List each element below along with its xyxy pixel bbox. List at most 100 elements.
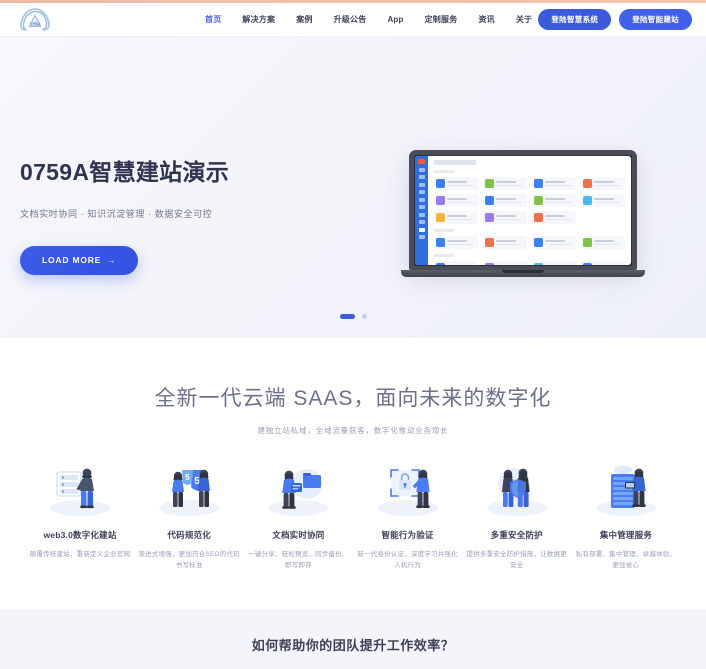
dashboard-main xyxy=(428,156,631,265)
nav-item-home[interactable]: 首页 xyxy=(205,14,221,25)
laptop-screen xyxy=(409,150,637,270)
cta-section: 如何帮助你的团队提升工作效率？ xyxy=(0,608,706,669)
arrow-right-icon: → xyxy=(107,255,117,266)
dashboard-logo-icon xyxy=(418,159,425,164)
nav-item-app[interactable]: App xyxy=(387,15,403,24)
app-icon xyxy=(583,263,592,265)
app-icon xyxy=(436,179,445,188)
hero-content: 0759A智慧建站演示 文档实时协同 · 知识沉淀管理 · 数据安全可控 LOA… xyxy=(20,159,350,275)
app-icon xyxy=(485,238,494,247)
dashboard-nav-icon xyxy=(418,205,425,209)
app-text xyxy=(447,181,476,186)
load-more-button[interactable]: LOAD MORE → xyxy=(20,245,139,275)
dashboard-nav-icon xyxy=(418,167,425,172)
nav-item-custom-service[interactable]: 定制服务 xyxy=(425,14,458,25)
dashboard-app-grid xyxy=(434,261,625,265)
dashboard-nav-icon xyxy=(418,182,425,187)
app-text xyxy=(447,215,476,220)
app-icon xyxy=(436,213,445,222)
brand-logo[interactable]: 0759A xyxy=(16,6,54,34)
app-icon xyxy=(583,196,592,205)
login-site-builder-button[interactable]: 登陆智能建站 xyxy=(619,9,692,30)
feature-card[interactable]: 文档实时协同 一键分享、轻松预览、同步备份、即写即存 xyxy=(246,460,350,572)
feature-card-title: 智能行为验证 xyxy=(381,530,434,540)
feature-card-desc: 提供多重安全防护措施，让数据更安全 xyxy=(466,551,567,570)
app-text xyxy=(545,240,574,245)
dashboard-preview xyxy=(415,156,631,265)
dashboard-app-grid xyxy=(434,177,625,224)
dashboard-app-card xyxy=(483,194,527,207)
feature-card[interactable]: 智能行为验证 新一代身份认证，深度学习并强化人机行为 xyxy=(356,460,460,572)
feature-card-desc: 颠覆传统建站，重新定义企业官网 xyxy=(29,551,131,558)
app-text xyxy=(594,198,623,203)
app-text xyxy=(545,181,574,186)
feature-card-title: 文档实时协同 xyxy=(272,530,325,540)
feature-card[interactable]: web3.0数字化建站 颠覆传统建站，重新定义企业官网 xyxy=(28,460,132,572)
dashboard-nav-icon-selected xyxy=(418,227,425,232)
app-text xyxy=(545,215,574,220)
app-icon xyxy=(436,196,445,205)
laptop-mockup xyxy=(401,150,645,277)
dashboard-app-card xyxy=(581,236,625,249)
logo-a-icon: 0759A xyxy=(20,8,50,31)
app-icon xyxy=(583,238,592,247)
app-text xyxy=(496,240,525,245)
dashboard-nav-icon xyxy=(418,212,425,217)
feature-card-title: web3.0数字化建站 xyxy=(43,530,117,540)
dashboard-group-label xyxy=(434,254,454,257)
nav-item-about[interactable]: 关于 xyxy=(516,14,532,25)
laptop-notch xyxy=(502,270,544,273)
dashboard-app-card xyxy=(483,261,527,265)
feature-card-title: 集中管理服务 xyxy=(599,530,653,540)
dashboard-nav-icon xyxy=(418,197,425,202)
app-text xyxy=(594,240,623,245)
feature-card[interactable]: 集中管理服务 私有部署、集中管理、卓越体验、更加省心 xyxy=(574,460,678,572)
app-text xyxy=(496,181,525,186)
person-with-folder-illustration-icon xyxy=(246,460,350,518)
login-smart-system-button[interactable]: 登陆智慧系统 xyxy=(538,9,612,30)
app-icon xyxy=(534,238,543,247)
person-with-server-illustration-icon xyxy=(28,460,132,518)
feature-card-desc: 一键分享、轻松预览、同步备份、即写即存 xyxy=(248,551,349,570)
hero-subtitle: 文档实时协同 · 知识沉淀管理 · 数据安全可控 xyxy=(20,208,213,219)
nav-item-solutions[interactable]: 解决方案 xyxy=(242,14,275,25)
app-text xyxy=(447,198,476,203)
nav-actions: 登陆智慧系统 登陆智能建站 xyxy=(538,9,692,30)
carousel-dot-1[interactable] xyxy=(339,314,355,319)
two-people-html5-illustration-icon: 5 5 xyxy=(137,460,241,518)
dashboard-app-card xyxy=(434,236,478,249)
features-section: 全新一代云端 SAAS，面向未来的数字化 建独立站私域，全域流量获客，数字化推动… xyxy=(0,338,706,572)
app-icon xyxy=(485,196,494,205)
laptop-base xyxy=(401,270,645,277)
feature-card-title: 代码规范化 xyxy=(167,530,211,540)
app-icon xyxy=(436,238,445,247)
nav-item-cases[interactable]: 案例 xyxy=(296,14,312,25)
dashboard-group-label xyxy=(434,229,454,232)
feature-card[interactable]: 多重安全防护 提供多重安全防护措施，让数据更安全 xyxy=(465,460,569,572)
app-icon xyxy=(534,263,543,265)
cta-title: 如何帮助你的团队提升工作效率？ xyxy=(251,637,455,653)
feature-card-desc: 渐进式增强，更加符合SEO的代码书写标准 xyxy=(138,551,240,570)
dashboard-app-card xyxy=(532,261,576,265)
dashboard-app-card xyxy=(532,236,576,249)
feature-card[interactable]: 5 5 代码规范化 渐进式增强，更加符合SEO的代码书写标准 xyxy=(137,460,241,572)
person-with-lock-scan-illustration-icon xyxy=(356,460,460,518)
nav-links: 首页 解决方案 案例 升级公告 App 定制服务 资讯 关于 xyxy=(205,14,532,25)
carousel-dot-2[interactable] xyxy=(361,314,367,319)
feature-card-list: web3.0数字化建站 颠覆传统建站，重新定义企业官网 5 5 代码规范化 渐进… xyxy=(0,460,706,572)
dashboard-app-card xyxy=(483,236,527,249)
app-text xyxy=(496,215,525,220)
dashboard-group-label xyxy=(434,170,454,173)
feature-card-desc: 新一代身份认证，深度学习并强化人机行为 xyxy=(357,551,458,570)
two-people-shield-illustration-icon xyxy=(465,460,569,518)
app-text xyxy=(447,240,476,245)
dashboard-app-card xyxy=(581,261,625,265)
nav-item-updates[interactable]: 升级公告 xyxy=(334,14,367,25)
carousel-dots xyxy=(0,314,706,319)
dashboard-app-card xyxy=(532,177,576,190)
feature-card-desc: 私有部署、集中管理、卓越体验、更加省心 xyxy=(575,551,677,570)
dashboard-app-card xyxy=(483,211,527,224)
nav-item-news[interactable]: 资讯 xyxy=(478,14,494,25)
dashboard-app-card xyxy=(532,211,576,224)
dashboard-app-card xyxy=(483,177,527,190)
